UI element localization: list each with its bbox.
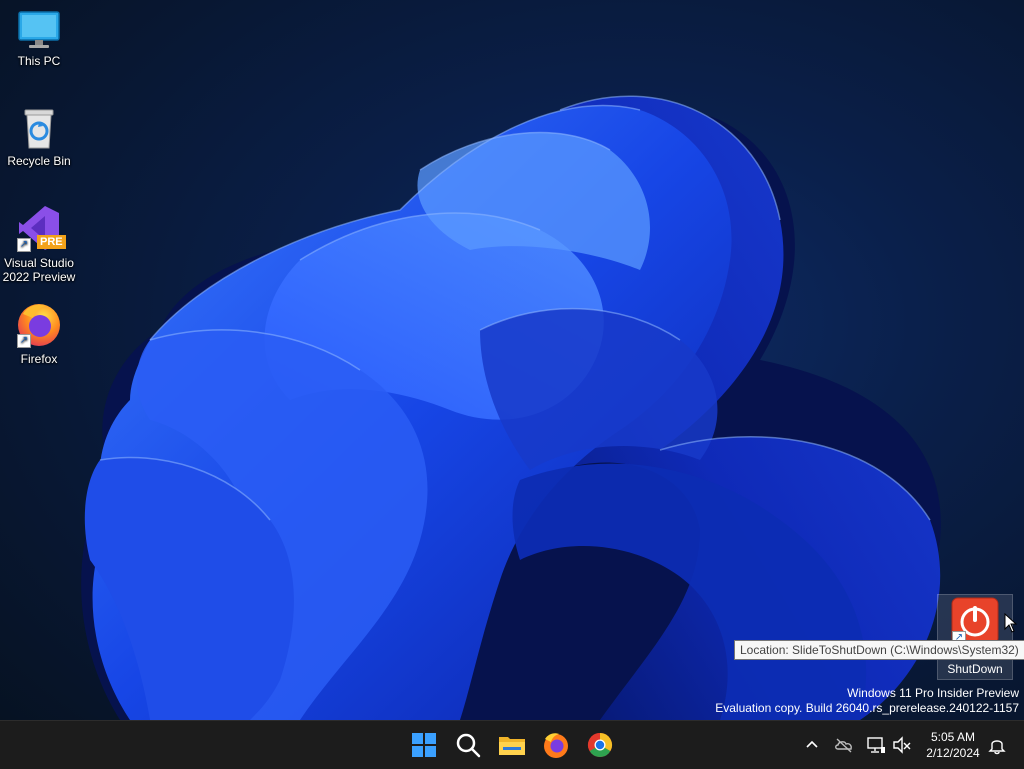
network-icon — [867, 737, 885, 753]
onedrive-tray-button[interactable] — [834, 735, 854, 755]
shortcut-arrow-icon: ↗ — [17, 334, 31, 348]
shortcut-arrow-icon: ↗ — [17, 238, 31, 252]
desktop-icon-label: ShutDown — [947, 662, 1003, 676]
system-clock[interactable]: 5:05 AM 2/12/2024 — [920, 729, 986, 761]
bell-icon — [988, 740, 1006, 755]
desktop-icon-label: Visual Studio 2022 Preview — [2, 256, 76, 284]
watermark-edition: Windows 11 Pro Insider Preview — [847, 686, 1019, 700]
show-hidden-icons-button[interactable] — [802, 735, 822, 755]
monitor-icon — [18, 11, 60, 48]
desktop-icon-this-pc[interactable]: This PC — [1, 10, 77, 68]
desktop-icon-firefox[interactable]: ↗ Firefox — [1, 300, 77, 366]
speaker-muted-icon — [893, 736, 911, 754]
search-button[interactable] — [452, 729, 484, 761]
watermark-build: Evaluation copy. Build 26040.rs_prerelea… — [715, 701, 1019, 715]
firefox-icon — [544, 733, 568, 758]
desktop-wallpaper — [81, 95, 941, 720]
taskbar: 5:05 AM 2/12/2024 — [0, 720, 1024, 769]
volume-tray-button[interactable] — [892, 735, 912, 755]
firefox-taskbar-button[interactable] — [540, 729, 572, 761]
desktop-icon-recycle-bin[interactable]: Recycle Bin — [1, 106, 77, 168]
location-tooltip: Location: SlideToShutDown (C:\Windows\Sy… — [734, 640, 1024, 660]
file-explorer-button[interactable] — [496, 729, 528, 761]
desktop-icon-visual-studio[interactable]: PRE ↗ Visual Studio 2022 Preview — [1, 204, 77, 284]
search-icon — [456, 733, 481, 758]
file-explorer-icon — [499, 737, 525, 755]
desktop-icon-label: Firefox — [20, 352, 58, 366]
chrome-icon — [587, 733, 613, 758]
desktop-icon-label: Recycle Bin — [7, 154, 71, 168]
mouse-cursor-icon — [1004, 613, 1018, 633]
onedrive-icon — [835, 738, 852, 753]
chevron-up-icon — [806, 740, 818, 748]
evaluation-watermark: Windows 11 Pro Insider Preview Evaluatio… — [715, 686, 1019, 716]
network-tray-button[interactable] — [866, 735, 886, 755]
desktop-icon-shutdown[interactable]: ↗ ShutDown — [937, 594, 1013, 680]
desktop-icon-label: This PC — [17, 54, 61, 68]
clock-time: 5:05 AM — [930, 730, 976, 744]
start-icon — [412, 733, 436, 757]
notification-center-button[interactable] — [987, 735, 1007, 755]
clock-date: 2/12/2024 — [926, 746, 980, 760]
pre-badge: PRE — [37, 235, 66, 249]
chrome-taskbar-button[interactable] — [584, 729, 616, 761]
recycle-bin-icon — [24, 109, 54, 149]
start-button[interactable] — [408, 729, 440, 761]
